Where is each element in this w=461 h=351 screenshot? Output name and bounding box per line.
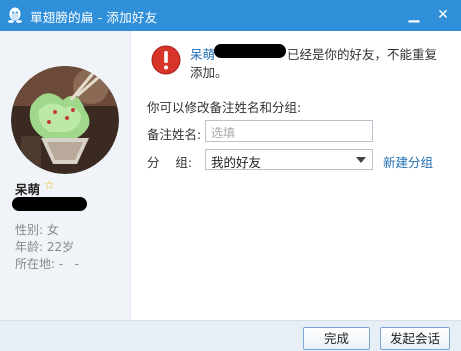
- age-text: 年龄: 22岁: [15, 240, 75, 254]
- form-hint: 你可以修改备注姓名和分组:: [147, 100, 302, 115]
- redacted-account: [12, 197, 87, 211]
- chevron-down-icon[interactable]: [356, 157, 366, 163]
- footer: 完成 发起会话: [0, 320, 461, 351]
- group-value: 我的好友: [211, 155, 262, 170]
- message-line2: 添加。: [190, 65, 228, 80]
- redacted-account: [214, 44, 286, 58]
- remark-label: 备注姓名:: [147, 127, 202, 142]
- start-chat-button[interactable]: 发起会话: [380, 327, 450, 350]
- message-line1: 已经是你的好友，不能重复: [287, 47, 438, 62]
- star-icon: ☆: [44, 178, 55, 192]
- group-label: 分 组:: [147, 155, 193, 170]
- new-group-link[interactable]: 新建分组: [383, 152, 433, 171]
- add-friend-dialog: 單翅膀的扁 - 添加好友 ▁ ✕ 呆萌 ☆ 性别: 女 年龄: 22岁 所在地:…: [0, 0, 461, 351]
- warning-icon: [151, 45, 181, 75]
- qq-penguin-icon: [8, 7, 22, 23]
- avatar[interactable]: [11, 66, 119, 174]
- location-text: 所在地: - -: [15, 257, 79, 271]
- remark-placeholder: 选填: [211, 126, 236, 140]
- title-bar[interactable]: 單翅膀的扁 - 添加好友 ▁ ✕: [0, 0, 461, 31]
- gender-text: 性别: 女: [15, 223, 59, 237]
- profile-panel: 呆萌 ☆ 性别: 女 年龄: 22岁 所在地: - -: [0, 31, 131, 320]
- minimize-button[interactable]: ▁: [405, 6, 423, 24]
- close-button[interactable]: ✕: [434, 6, 452, 24]
- done-button[interactable]: 完成: [303, 327, 370, 350]
- group-select[interactable]: 我的好友: [205, 149, 373, 170]
- message-nickname: 呆萌: [190, 47, 216, 62]
- profile-name: 呆萌: [15, 182, 41, 197]
- window-title: 單翅膀的扁 - 添加好友: [30, 10, 158, 25]
- remark-input[interactable]: 选填: [205, 120, 373, 142]
